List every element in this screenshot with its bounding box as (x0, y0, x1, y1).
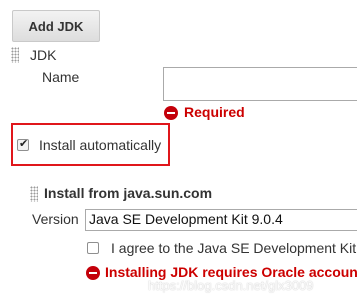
required-error-text: Required (184, 104, 245, 120)
checkmark-icon: ✔ (19, 138, 29, 150)
agree-license-checkbox[interactable] (87, 242, 99, 254)
drag-handle-icon[interactable] (11, 47, 19, 63)
watermark: https://blog.csdn.net/glx3009 (148, 278, 314, 293)
add-jdk-button[interactable]: Add JDK (12, 10, 100, 42)
drag-handle-icon[interactable] (30, 186, 38, 202)
error-icon (164, 106, 178, 120)
install-automatically-checkbox[interactable]: ✔ (17, 138, 29, 151)
install-automatically-label[interactable]: Install automatically (39, 137, 161, 153)
name-label: Name (42, 69, 80, 85)
version-select[interactable]: Java SE Development Kit 9.0.4 (85, 209, 357, 231)
agree-license-label[interactable]: I agree to the Java SE Development Kit (111, 240, 356, 256)
version-label: Version (32, 211, 79, 227)
installer-title: Install from java.sun.com (44, 185, 213, 201)
error-icon (86, 266, 100, 280)
name-input[interactable] (163, 67, 357, 101)
jdk-section-title: JDK (30, 47, 57, 63)
